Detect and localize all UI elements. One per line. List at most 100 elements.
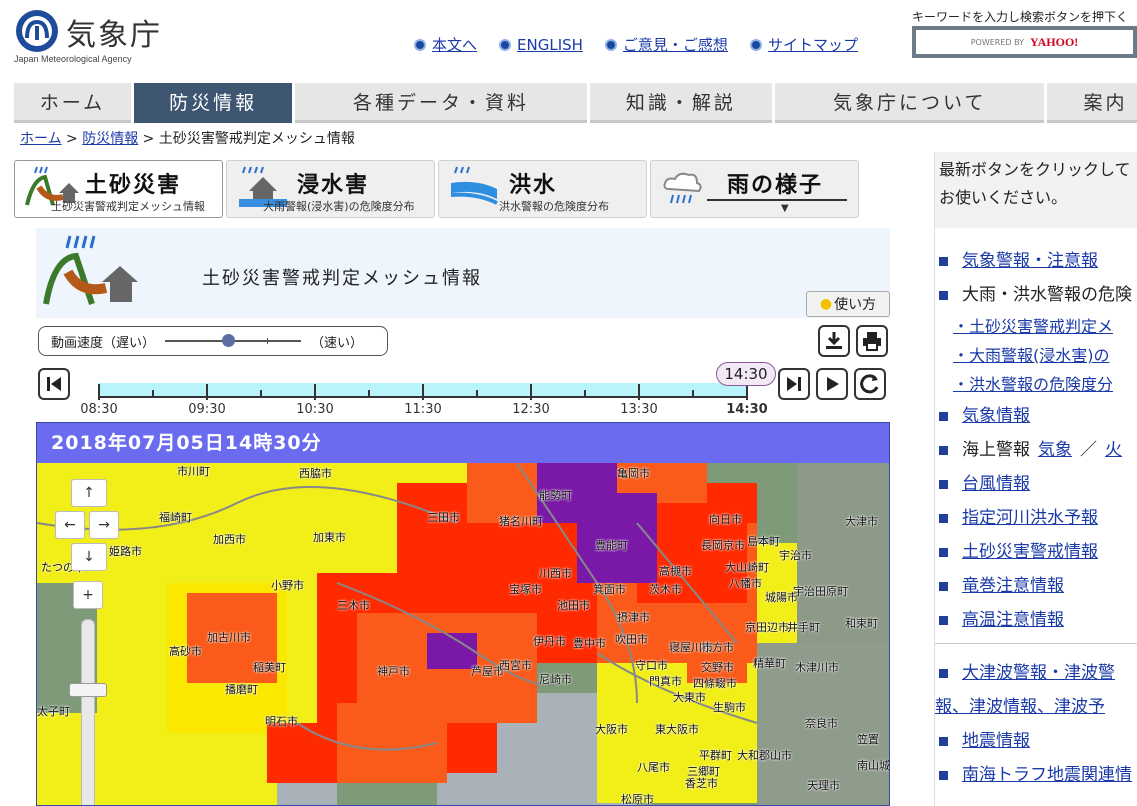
sidebar-item-label[interactable]: 地震情報: [962, 724, 1030, 758]
nav-about[interactable]: 気象庁について: [775, 83, 1045, 123]
landslide-large-icon: [43, 235, 138, 305]
play-button[interactable]: [816, 368, 848, 400]
sidebar-item-label[interactable]: 土砂災害警戒情報: [962, 535, 1098, 569]
arrow-right-icon: →: [98, 517, 110, 533]
sidebar-sublink[interactable]: 気象: [1038, 433, 1072, 467]
sidebar-item[interactable]: 気象警報・注意報: [935, 244, 1137, 278]
city-label: 宇治市: [779, 549, 812, 562]
sidebar-item-label[interactable]: ・洪水警報の危険度分: [953, 370, 1113, 399]
city-label: 大津市: [845, 515, 878, 528]
tab-flood[interactable]: 洪水 洪水警報の危険度分布: [438, 160, 647, 218]
sidebar-item[interactable]: 台風情報: [935, 467, 1137, 501]
city-label: 茨木市: [649, 583, 682, 596]
sidebar-item-label[interactable]: 台風情報: [962, 467, 1030, 501]
city-label: 市川町: [177, 465, 210, 478]
city-label: 大山崎町: [725, 561, 769, 574]
nav-knowledge[interactable]: 知識・解説: [589, 83, 772, 123]
english-link[interactable]: ENGLISH: [499, 34, 583, 55]
tab-landslide[interactable]: 土砂災害 土砂災害警戒判定メッシュ情報: [14, 160, 223, 218]
zoom-slider-handle[interactable]: [69, 683, 107, 697]
sidebar-item[interactable]: 報、津波情報、津波予: [935, 690, 1137, 724]
sidebar-item-label[interactable]: 竜巻注意情報: [962, 569, 1064, 603]
sidebar-item[interactable]: 指定河川洪水予報: [935, 501, 1137, 535]
timeline-label: 14:30: [726, 402, 768, 417]
pan-left-button[interactable]: ←: [55, 511, 85, 539]
pan-down-button[interactable]: ↓: [71, 543, 107, 571]
current-time-bubble[interactable]: 14:30: [716, 362, 776, 386]
timeline-label: 12:30: [512, 402, 550, 417]
print-button[interactable]: [856, 325, 888, 357]
sidebar-item[interactable]: 高温注意情報: [935, 603, 1137, 637]
speed-slider[interactable]: [165, 334, 302, 347]
sidebar-item-label[interactable]: 気象情報: [962, 399, 1030, 433]
sidebar-item[interactable]: 気象情報: [935, 399, 1137, 433]
city-label: 奈良市: [805, 717, 838, 730]
sidebar-item-label[interactable]: 気象警報・注意報: [962, 244, 1098, 278]
speed-slow-label: 動画速度（遅い）: [51, 335, 156, 351]
sidebar-item-label[interactable]: 南海トラフ地震関連情: [962, 758, 1132, 792]
download-button[interactable]: [818, 325, 850, 357]
bullet-icon: [939, 581, 948, 591]
tab-subtitle: 洪水警報の危険度分布: [499, 200, 609, 213]
first-frame-button[interactable]: [38, 368, 70, 400]
refresh-button[interactable]: [854, 368, 886, 400]
sidebar-item-label[interactable]: 報、津波情報、津波予: [935, 690, 1105, 724]
sidebar-item-label[interactable]: 高温注意情報: [962, 603, 1064, 637]
sidebar-item[interactable]: ・大雨警報(浸水害)の: [935, 341, 1137, 370]
sidebar-item-label[interactable]: ・大雨警報(浸水害)の: [953, 341, 1110, 370]
global-nav: ホーム 防災情報 各種データ・資料 知識・解説 気象庁について 案内: [14, 83, 1137, 123]
nav-home[interactable]: ホーム: [14, 83, 131, 123]
tab-inundation[interactable]: 浸水害 大雨警報(浸水害)の危険度分布: [226, 160, 435, 218]
nav-data[interactable]: 各種データ・資料: [295, 83, 587, 123]
city-label: 西脇市: [299, 467, 332, 480]
city-label: 能勢町: [539, 489, 572, 502]
map-canvas[interactable]: 市川町 西脇市 亀岡市 能勢町 福崎町 三田市 猪名川町 向日市 大津市 加西市 加東市 豊能町 長岡京…: [37, 463, 889, 805]
pan-up-button[interactable]: ↑: [71, 479, 107, 507]
sidebar-sublink[interactable]: 火: [1105, 433, 1122, 467]
city-label: 井手町: [787, 621, 820, 634]
howto-button[interactable]: ● 使い方: [806, 291, 890, 317]
dropdown-arrow-icon[interactable]: ▼: [781, 203, 789, 214]
city-label: 門真市: [649, 675, 682, 688]
breadcrumb-disaster[interactable]: 防災情報: [82, 131, 138, 147]
last-frame-button[interactable]: [778, 368, 810, 400]
city-label: 寝屋川市: [669, 641, 713, 654]
sidebar-item[interactable]: ・土砂災害警戒判定メ: [935, 312, 1137, 341]
breadcrumb-home[interactable]: ホーム: [20, 131, 62, 147]
search-input[interactable]: POWERED BY YAHOO!: [916, 30, 1133, 54]
search-box[interactable]: POWERED BY YAHOO!: [912, 26, 1137, 58]
refresh-icon: [860, 374, 879, 394]
bullet-icon: [939, 770, 948, 780]
sidebar-item-label[interactable]: 指定河川洪水予報: [962, 501, 1098, 535]
speed-slider-handle[interactable]: [222, 334, 236, 347]
sidebar-item-label[interactable]: 大津波警報・津波警: [962, 656, 1115, 690]
city-label: 加古川市: [207, 631, 251, 644]
skip-to-content-link[interactable]: 本文へ: [414, 34, 477, 55]
city-label: 三田市: [427, 511, 460, 524]
mesh-orange: [337, 703, 447, 783]
jma-logo[interactable]: 気象庁 Japan Meteorological Agency: [14, 6, 174, 66]
nav-disaster-info[interactable]: 防災情報: [133, 83, 293, 123]
zoom-in-button[interactable]: +: [73, 581, 103, 609]
sidebar-item[interactable]: 大津波警報・津波警: [935, 656, 1137, 690]
tab-rain[interactable]: 雨の様子 ▼: [650, 160, 859, 218]
sidebar-item[interactable]: ・洪水警報の危険度分: [935, 370, 1137, 399]
map-timestamp: 2018年07月05日14時30分: [37, 423, 889, 463]
sidebar-item[interactable]: 竜巻注意情報: [935, 569, 1137, 603]
sidebar-item-label[interactable]: ・土砂災害警戒判定メ: [953, 312, 1113, 341]
sitemap-link[interactable]: サイトマップ: [749, 34, 858, 55]
pan-right-button[interactable]: →: [89, 511, 119, 539]
timeline-tick: [206, 384, 208, 400]
sidebar-item[interactable]: 南海トラフ地震関連情: [935, 758, 1137, 792]
timeline-label: 13:30: [620, 402, 658, 417]
timeline-tick: [584, 390, 586, 398]
city-label: 高砂市: [169, 645, 202, 658]
nav-guide[interactable]: 案内: [1047, 83, 1137, 123]
search-powered-label: POWERED BY: [970, 37, 1025, 47]
feedback-link[interactable]: ご意見・ご感想: [604, 34, 728, 55]
product-panel: 土砂災害警戒判定メッシュ情報: [36, 228, 890, 318]
sidebar-item[interactable]: 土砂災害警戒情報: [935, 535, 1137, 569]
intro-line: お使いください。: [939, 188, 1068, 207]
sidebar-item[interactable]: 地震情報: [935, 724, 1137, 758]
zoom-slider[interactable]: [81, 619, 95, 805]
